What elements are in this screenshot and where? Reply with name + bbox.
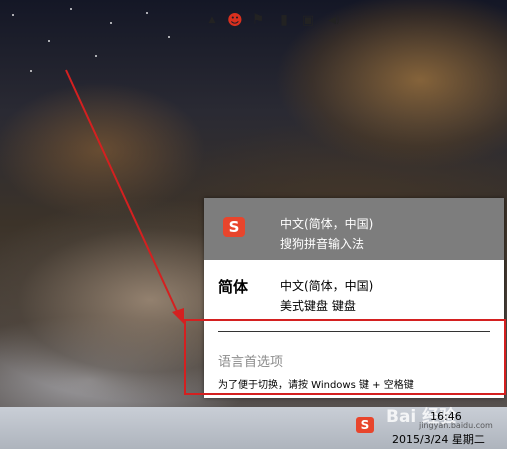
show-hidden-icons-chevron[interactable]: ▲	[205, 10, 219, 30]
clock-time[interactable]: 16:46	[430, 410, 462, 423]
volume-icon[interactable]: ◀)	[324, 10, 344, 30]
annotation-highlight-box	[184, 319, 506, 395]
ime-item-us-keyboard[interactable]: 简体 中文(简体，中国) 美式键盘 键盘	[204, 260, 504, 322]
battery-icon[interactable]: ▮	[277, 10, 291, 30]
network-icon[interactable]: ▣	[299, 10, 317, 30]
ime-keyboard-label: 美式键盘 键盘	[280, 299, 356, 313]
action-center-flag-icon[interactable]: ⚑	[250, 10, 266, 30]
ime-short-label: 简体	[218, 278, 249, 296]
sogou-icon: S	[223, 217, 245, 237]
ime-keyboard-label: 搜狗拼音输入法	[280, 237, 365, 251]
sogou-ime-tray-icon[interactable]: S	[356, 417, 374, 433]
clock-date[interactable]: 2015/3/24 星期二	[392, 431, 485, 447]
ime-language-label: 中文(简体，中国)	[280, 217, 374, 231]
ime-item-sogou-pinyin[interactable]: S 中文(简体，中国) 搜狗拼音输入法	[204, 198, 504, 260]
ime-language-label: 中文(简体，中国)	[280, 279, 374, 293]
qq-icon[interactable]: ☻	[226, 10, 244, 30]
